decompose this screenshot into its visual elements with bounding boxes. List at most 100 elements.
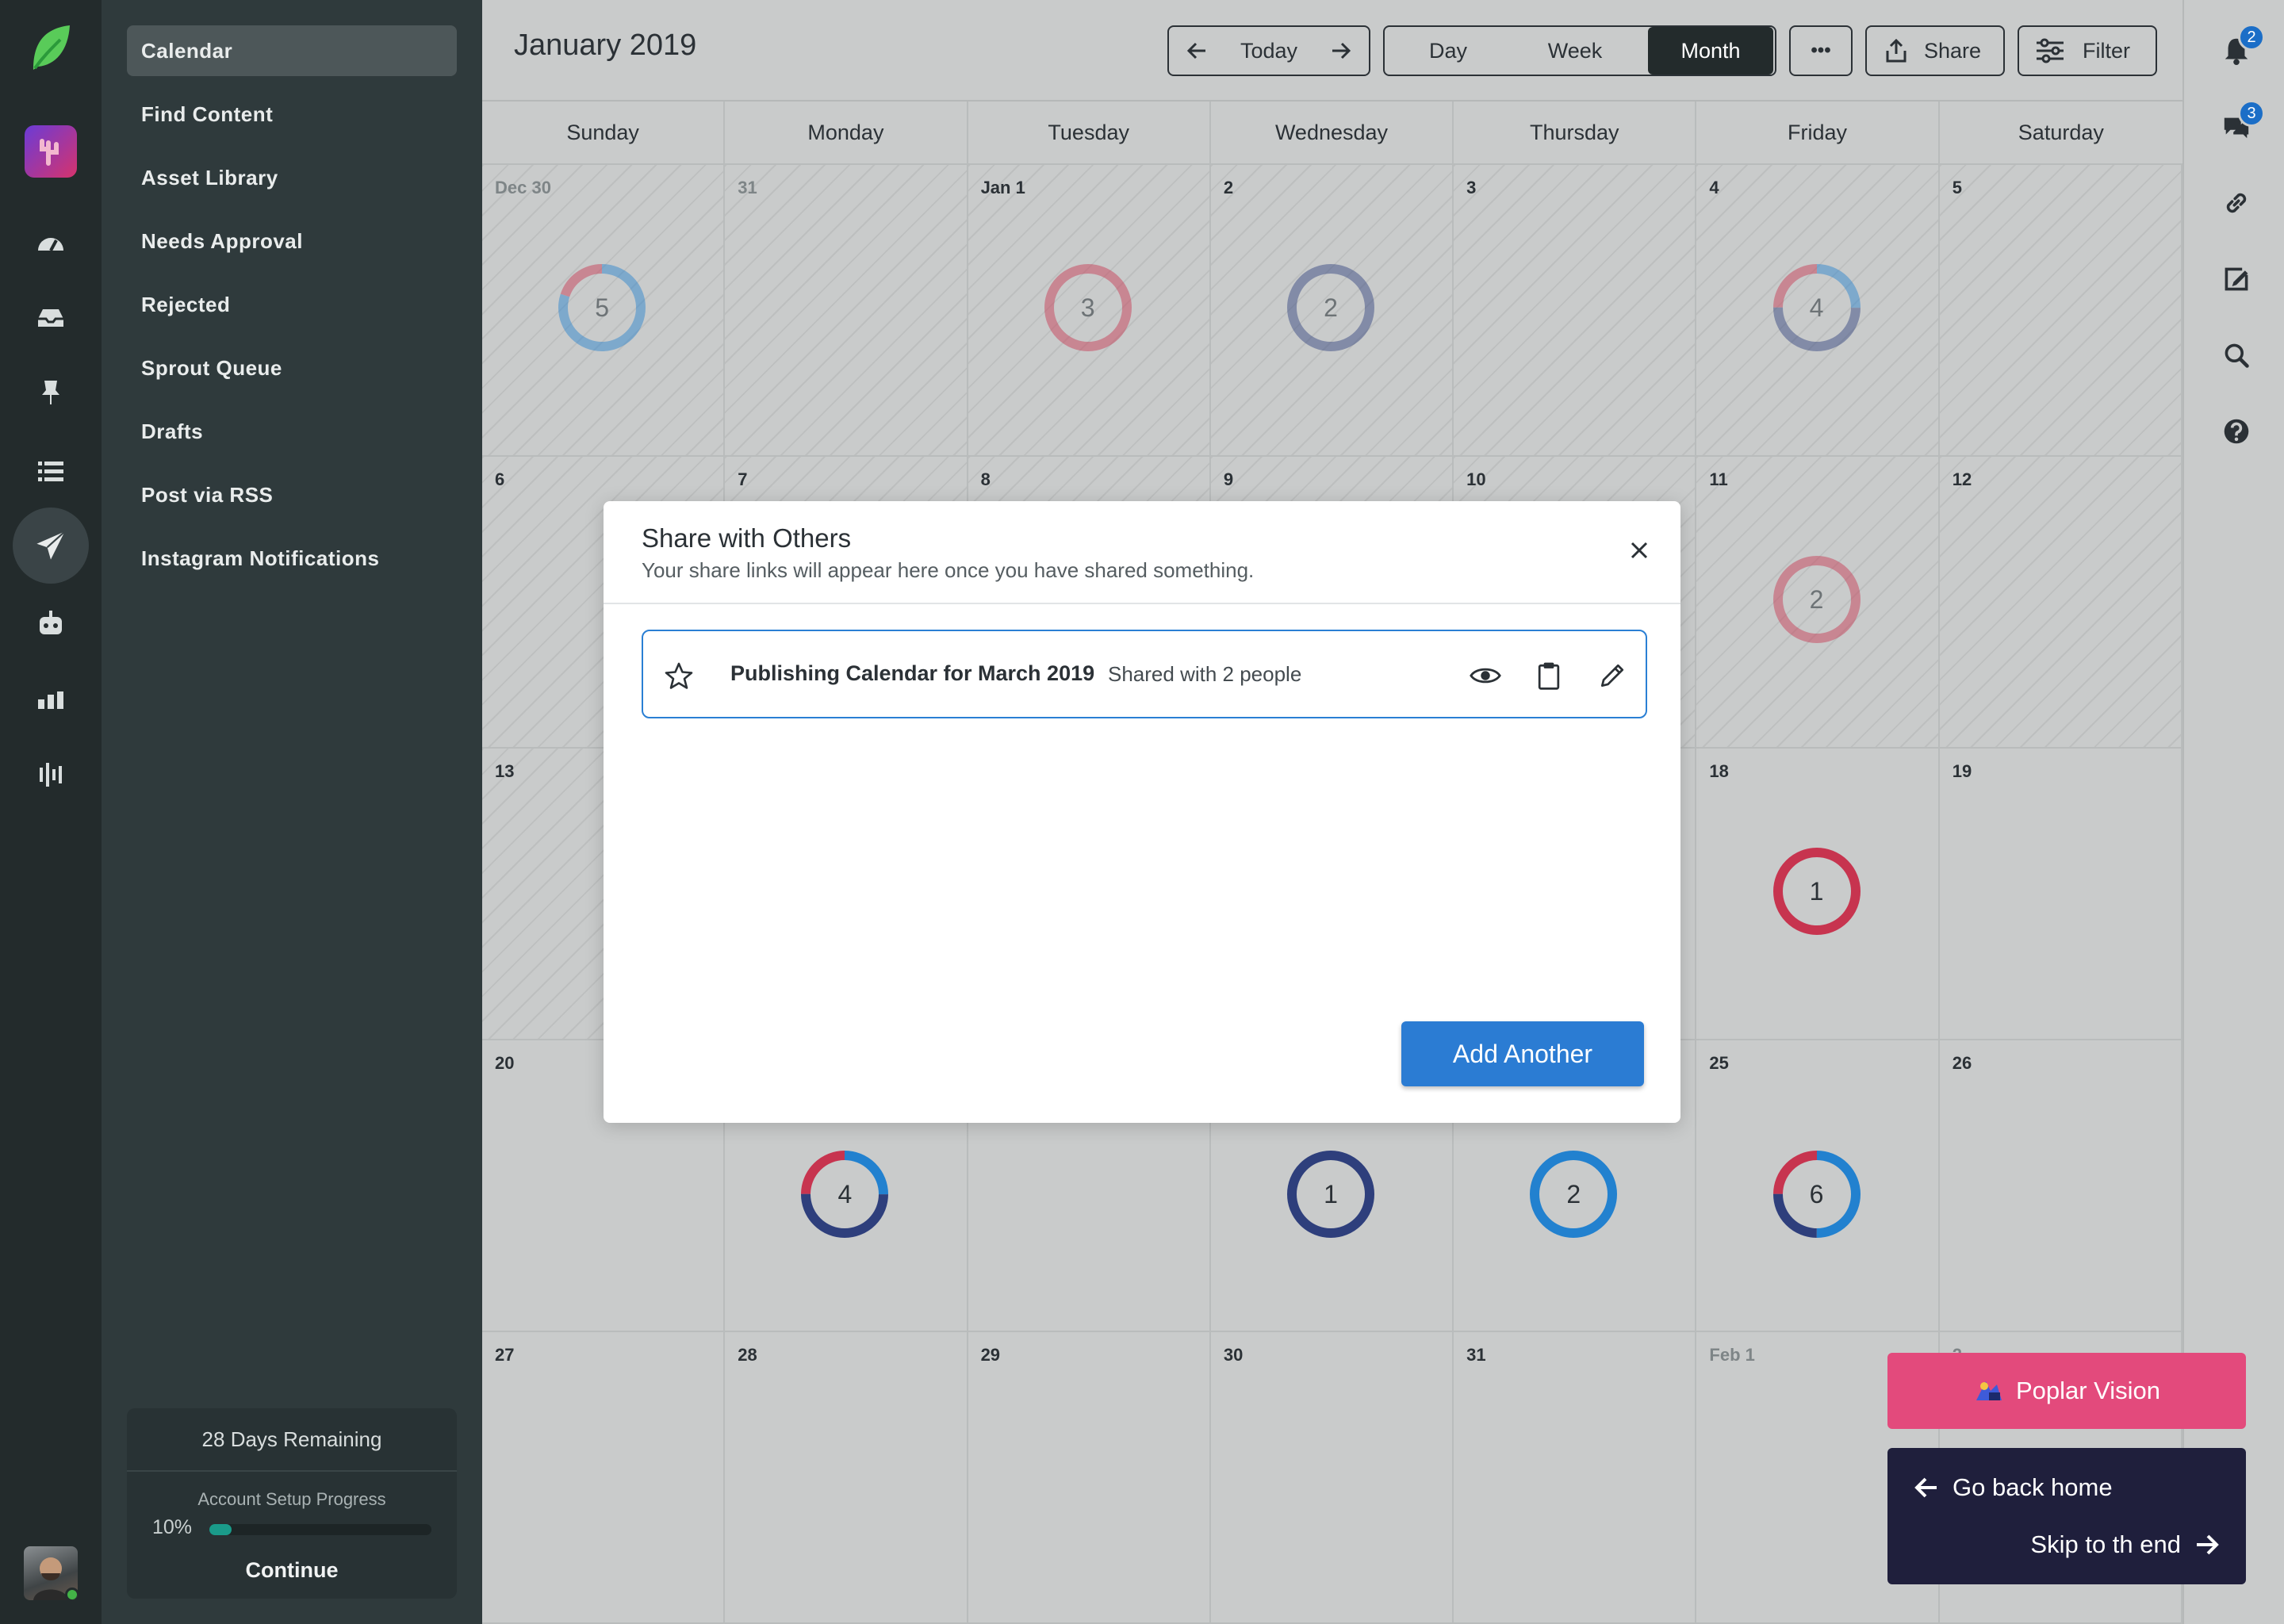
messages-badge: 3	[2238, 100, 2265, 127]
poplar-vision-button[interactable]: Poplar Vision	[1887, 1353, 2246, 1429]
continue-button[interactable]: Continue	[127, 1551, 457, 1589]
post-count-donut[interactable]: 1	[1771, 845, 1863, 937]
post-count-donut[interactable]: 4	[1771, 262, 1863, 354]
post-count-donut[interactable]: 6	[1771, 1148, 1863, 1240]
app-switch-icon[interactable]	[25, 125, 77, 178]
setup-progress-fill	[209, 1524, 232, 1535]
calendar-day-cell[interactable]: 19	[1939, 749, 2182, 1040]
share-link-item[interactable]: Publishing Calendar for March 2019 Share…	[642, 630, 1647, 718]
post-count-label: 2	[1809, 584, 1824, 614]
calendar-date-label: 11	[1709, 469, 1728, 489]
post-count-donut[interactable]: 1	[1285, 1148, 1377, 1240]
post-count-donut[interactable]: 2	[1771, 553, 1863, 645]
view-month-button[interactable]: Month	[1648, 27, 1773, 75]
bell-icon[interactable]: 2	[2216, 24, 2265, 71]
edit-icon[interactable]	[1595, 658, 1630, 693]
reports-icon[interactable]	[27, 676, 75, 723]
arrow-left-icon[interactable]	[1186, 41, 1207, 60]
day-of-week-header: Friday	[1696, 102, 1940, 165]
calendar-day-cell[interactable]: 11 2	[1696, 457, 1940, 749]
calendar-date-label: 8	[980, 469, 991, 489]
sprout-logo-icon[interactable]	[24, 21, 78, 75]
calendar-date-label: 19	[1952, 761, 1972, 781]
filter-button[interactable]: Filter	[2018, 25, 2157, 76]
nav-item-sprout-queue[interactable]: Sprout Queue	[127, 343, 457, 393]
search-icon[interactable]	[2216, 335, 2257, 376]
nav-item-instagram-notifications[interactable]: Instagram Notifications	[127, 533, 457, 584]
calendar-day-cell[interactable]: 25 6	[1696, 1040, 1940, 1332]
list-icon[interactable]	[27, 447, 75, 495]
bot-icon[interactable]	[27, 599, 75, 647]
setup-progress-percent: 10%	[152, 1516, 193, 1538]
calendar-day-cell[interactable]: Dec 30 5	[482, 165, 726, 457]
calendar-day-cell[interactable]: 31	[1454, 1332, 1697, 1624]
today-button[interactable]: Today	[1240, 39, 1297, 63]
view-icon[interactable]	[1468, 658, 1503, 693]
calendar-day-cell[interactable]: Jan 1 3	[968, 165, 1211, 457]
day-of-week-header: Saturday	[1939, 102, 2182, 165]
dashboard-icon[interactable]	[27, 219, 75, 266]
calendar-date-label: 6	[495, 469, 505, 489]
more-options-button[interactable]: •••	[1789, 25, 1853, 76]
messages-icon[interactable]: 3	[2216, 100, 2265, 147]
listening-icon[interactable]	[27, 750, 75, 798]
calendar-day-cell[interactable]: 12	[1939, 457, 2182, 749]
compose-icon[interactable]	[2216, 259, 2257, 300]
calendar-day-cell[interactable]: 18 1	[1696, 749, 1940, 1040]
pin-icon[interactable]	[27, 368, 75, 416]
calendar-date-label: 10	[1466, 469, 1486, 489]
publish-icon[interactable]	[13, 508, 89, 584]
page-title: January 2019	[514, 29, 697, 62]
modal-title: Share with Others	[642, 523, 852, 553]
view-week-button[interactable]: Week	[1512, 27, 1638, 75]
skip-to-end-link[interactable]: Skip to th end	[2030, 1530, 2219, 1559]
add-another-button[interactable]: Add Another	[1401, 1021, 1644, 1086]
nav-item-asset-library[interactable]: Asset Library	[127, 152, 457, 203]
calendar-day-cell[interactable]: 26	[1939, 1040, 2182, 1332]
trial-days-remaining: 28 Days Remaining	[127, 1408, 457, 1472]
trial-card: 28 Days Remaining Account Setup Progress…	[127, 1408, 457, 1599]
post-count-label: 1	[1809, 876, 1824, 906]
avatar[interactable]	[24, 1546, 78, 1600]
link-icon[interactable]	[2216, 182, 2257, 224]
calendar-day-cell[interactable]: 28	[725, 1332, 968, 1624]
go-back-home-link[interactable]: Go back home	[1914, 1473, 2113, 1502]
clipboard-icon[interactable]	[1531, 658, 1566, 693]
calendar-date-label: Jan 1	[980, 178, 1025, 197]
calendar-day-cell[interactable]: 31	[725, 165, 968, 457]
calendar-day-cell[interactable]: 29	[968, 1332, 1211, 1624]
post-count-donut[interactable]: 3	[1042, 262, 1134, 354]
nav-item-needs-approval[interactable]: Needs Approval	[127, 216, 457, 266]
arrow-right-icon[interactable]	[1331, 41, 1351, 60]
calendar-day-cell[interactable]: 44	[1696, 165, 1940, 457]
nav-item-post-via-rss[interactable]: Post via RSS	[127, 469, 457, 520]
inbox-icon[interactable]	[27, 293, 75, 341]
calendar-date-label: 30	[1223, 1345, 1244, 1365]
calendar-date-label: 31	[1466, 1345, 1486, 1365]
calendar-date-label: 20	[495, 1053, 515, 1073]
nav-item-find-content[interactable]: Find Content	[127, 89, 457, 140]
post-count-donut[interactable]: 2	[1527, 1148, 1619, 1240]
close-icon[interactable]	[1627, 538, 1652, 563]
post-count-donut[interactable]: 2	[1285, 262, 1377, 354]
calendar-date-label: 29	[980, 1345, 1001, 1365]
date-navigator: Today	[1167, 25, 1370, 76]
arrow-left-icon	[1914, 1477, 1937, 1498]
nav-item-calendar[interactable]: Calendar	[127, 25, 457, 76]
post-count-donut[interactable]: 4	[799, 1148, 891, 1240]
day-of-week-header: Monday	[725, 102, 968, 165]
star-icon[interactable]	[664, 661, 694, 691]
post-count-label: 4	[1809, 293, 1824, 322]
calendar-day-cell[interactable]: 27	[482, 1332, 726, 1624]
post-count-donut[interactable]: 5	[556, 262, 648, 354]
help-icon[interactable]	[2216, 411, 2257, 452]
calendar-day-cell[interactable]: 22	[1210, 165, 1454, 457]
view-day-button[interactable]: Day	[1385, 27, 1512, 75]
nav-item-rejected[interactable]: Rejected	[127, 279, 457, 330]
share-button[interactable]: Share	[1865, 25, 2005, 76]
calendar-date-label: 5	[1952, 178, 1962, 197]
calendar-day-cell[interactable]: 5	[1939, 165, 2182, 457]
calendar-day-cell[interactable]: 30	[1210, 1332, 1454, 1624]
calendar-day-cell[interactable]: 3	[1454, 165, 1697, 457]
nav-item-drafts[interactable]: Drafts	[127, 406, 457, 457]
